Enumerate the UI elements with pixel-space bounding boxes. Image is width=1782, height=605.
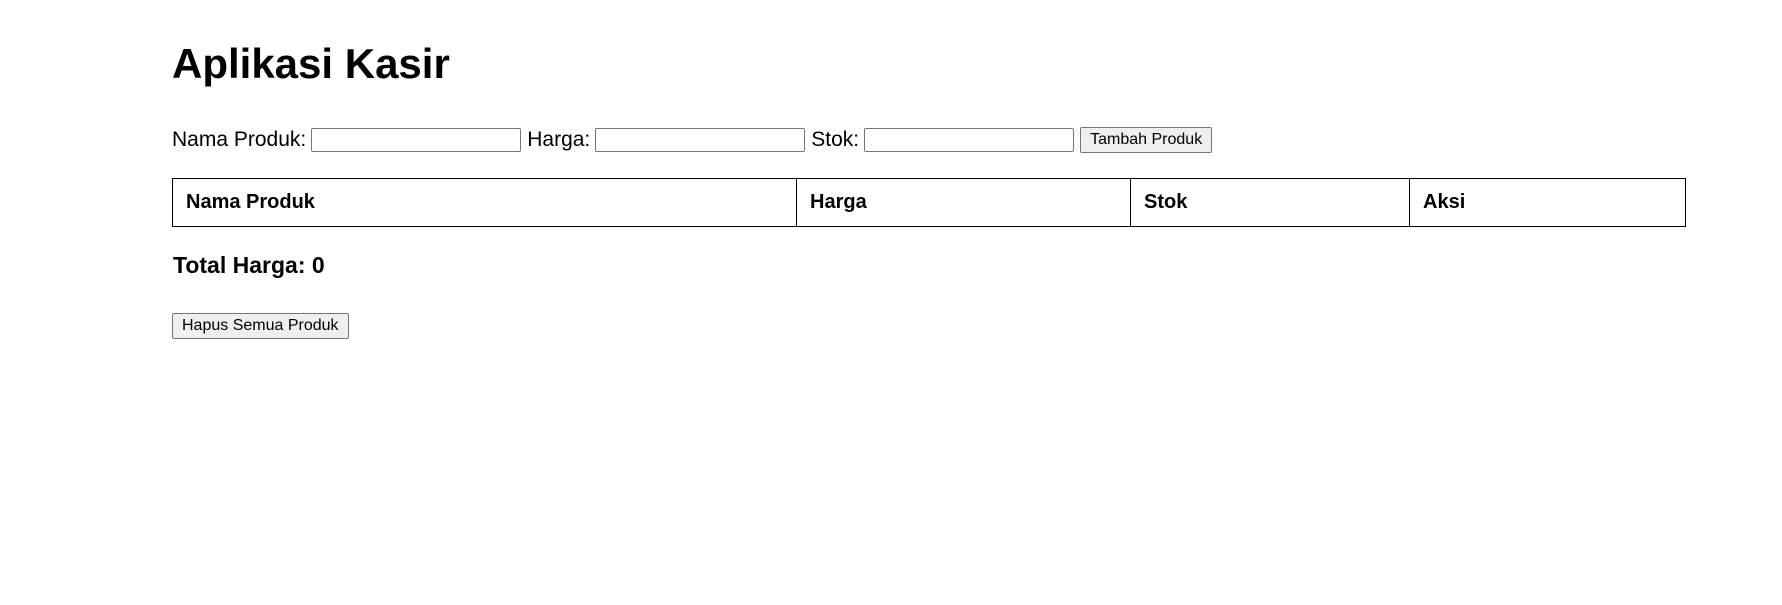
price-label: Harga: xyxy=(527,128,591,151)
clear-all-products-button[interactable]: Hapus Semua Produk xyxy=(172,313,349,339)
total-price: Total Harga: 0 xyxy=(173,252,325,278)
page-title: Aplikasi Kasir xyxy=(172,40,450,87)
stock-input[interactable] xyxy=(864,128,1075,152)
add-product-button[interactable]: Tambah Produk xyxy=(1080,127,1213,153)
column-header-actions: Aksi xyxy=(1409,178,1686,227)
product-name-label: Nama Produk: xyxy=(172,128,307,151)
stock-label: Stok: xyxy=(811,128,860,151)
product-table: Nama Produk Harga Stok Aksi xyxy=(172,178,1686,227)
price-input[interactable] xyxy=(595,128,806,152)
column-header-product-name: Nama Produk xyxy=(172,178,797,227)
column-header-stock: Stok xyxy=(1130,178,1410,227)
product-name-input[interactable] xyxy=(311,128,522,152)
table-header-row: Nama Produk Harga Stok Aksi xyxy=(172,178,1686,227)
product-form: Nama Produk: Harga: Stok: Tambah Produk xyxy=(172,126,1213,154)
column-header-price: Harga xyxy=(796,178,1131,227)
